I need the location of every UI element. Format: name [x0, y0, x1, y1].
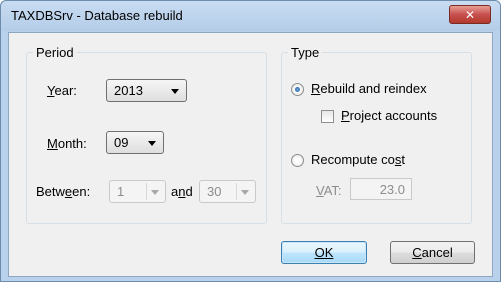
- month-select-value: 09: [114, 135, 129, 150]
- between-from-value: 1: [117, 184, 125, 199]
- chevron-down-icon: [171, 89, 179, 94]
- type-legend: Type: [291, 45, 320, 60]
- rebuild-radio[interactable]: [291, 83, 304, 96]
- vat-label: VAT:: [316, 183, 342, 198]
- project-accounts-label[interactable]: Project accounts: [341, 108, 437, 123]
- close-button[interactable]: ✕: [449, 5, 491, 24]
- window-title: TAXDBSrv - Database rebuild: [11, 8, 183, 23]
- title-bar: TAXDBSrv - Database rebuild ✕: [1, 1, 500, 31]
- chevron-down-icon: [151, 190, 159, 195]
- and-label: and: [171, 184, 193, 199]
- ok-button-label: OK: [314, 245, 334, 260]
- between-label: Between:: [36, 184, 91, 199]
- year-select[interactable]: 2013: [106, 79, 187, 102]
- year-select-value: 2013: [114, 83, 143, 98]
- month-select[interactable]: 09: [106, 131, 164, 154]
- period-legend: Period: [36, 45, 74, 60]
- between-to-value: 30: [207, 184, 222, 199]
- close-icon: ✕: [464, 7, 476, 22]
- cancel-button-label: Cancel: [412, 245, 453, 260]
- cancel-button[interactable]: Cancel: [390, 241, 475, 264]
- dialog-window: TAXDBSrv - Database rebuild ✕ Period Yea…: [0, 0, 501, 282]
- recompute-label[interactable]: Recompute cost: [311, 152, 405, 167]
- rebuild-label[interactable]: Rebuild and reindex: [311, 81, 427, 96]
- month-label: Month:: [47, 136, 87, 151]
- chevron-down-icon: [241, 190, 249, 195]
- vat-input[interactable]: 23.0: [350, 178, 412, 200]
- between-to-select[interactable]: 30: [199, 180, 256, 203]
- chevron-down-icon: [148, 141, 156, 146]
- between-from-select[interactable]: 1: [109, 180, 166, 203]
- year-label: Year:: [47, 83, 77, 98]
- project-accounts-checkbox[interactable]: [321, 110, 334, 123]
- recompute-radio[interactable]: [291, 154, 304, 167]
- ok-button[interactable]: OK: [281, 241, 367, 264]
- year-label-rest: ear:: [54, 83, 77, 98]
- dialog-client-area: Period Year: 2013 Month: 09 Between: 1 a…: [8, 32, 493, 277]
- month-label-rest: onth:: [57, 136, 87, 151]
